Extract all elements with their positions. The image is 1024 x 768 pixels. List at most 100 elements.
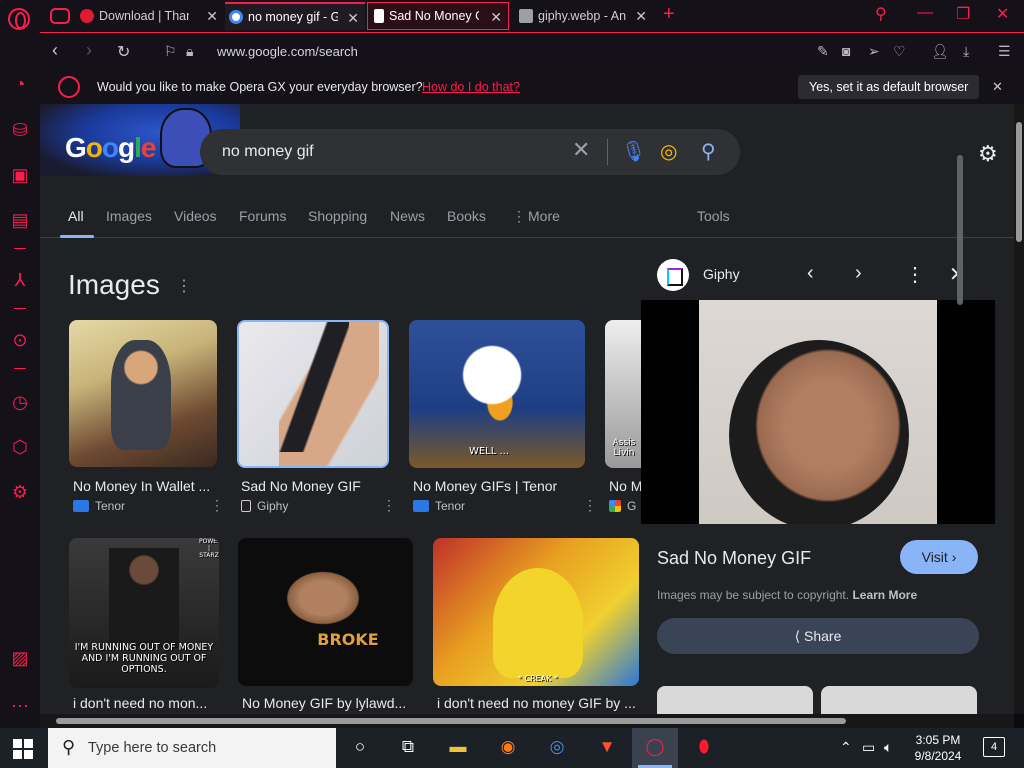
tab-sad-no-money[interactable]: Sad No Money G ✕ [367, 2, 509, 30]
restore-icon[interactable]: ❐ [956, 4, 970, 24]
taskbar-search[interactable]: ⚲ Type here to search [48, 728, 336, 768]
tab-google-search[interactable]: no money gif - G ✕ [225, 2, 365, 30]
tab-close-icon[interactable]: ✕ [490, 9, 502, 26]
windows-start-icon[interactable] [13, 739, 33, 759]
result-image[interactable] [69, 320, 217, 467]
result-image[interactable]: POWER | STARZ I'M RUNNING OUT OF MONEY A… [69, 538, 219, 688]
result-source[interactable]: Tenor [73, 499, 125, 513]
tab-download[interactable]: Download | Than ✕ [80, 2, 224, 30]
profile-icon[interactable]: 👤︎ [931, 43, 949, 60]
infobar-close-icon[interactable]: ✕ [992, 79, 1003, 95]
result-more-icon[interactable]: ⋮ [583, 497, 597, 514]
result-source[interactable]: Tenor [413, 499, 465, 513]
tab-forums[interactable]: Forums [239, 208, 286, 224]
more-sidebar-icon[interactable]: ⋯ [10, 696, 30, 716]
result-image[interactable]: * CREAK * [433, 538, 639, 686]
tab-close-icon[interactable]: ✕ [347, 10, 359, 27]
tab-more[interactable]: More [528, 208, 560, 224]
result-image-partial[interactable]: Assis Livin [605, 320, 645, 468]
clock[interactable]: 3:05 PM 9/8/2024 [900, 732, 976, 764]
gx-corner-icon[interactable]: ⛁ [10, 120, 30, 140]
tab-tools[interactable]: Tools [697, 208, 730, 224]
tab-shopping[interactable]: Shopping [308, 208, 367, 224]
task-view-icon[interactable]: ⧉ [396, 737, 420, 759]
url-field[interactable]: www.google.com/search [217, 44, 358, 59]
firefox-icon[interactable]: ◉ [496, 737, 520, 759]
new-tab-icon[interactable]: + [663, 3, 675, 26]
images-menu-icon[interactable]: ⋮ [176, 276, 192, 296]
more-dots-icon[interactable]: ⋮ [512, 208, 526, 225]
snapshot-icon[interactable]: ◙ [842, 43, 850, 59]
edit-icon[interactable]: ✎ [817, 43, 829, 60]
aria-icon[interactable]: ⅄ [10, 270, 30, 290]
minimize-icon[interactable]: — [917, 4, 933, 22]
result-image-selected[interactable] [237, 320, 389, 468]
lens-search-icon[interactable]: ◎ [660, 139, 677, 164]
panel-title[interactable]: Sad No Money GIF [657, 548, 811, 569]
show-hidden-icons-icon[interactable]: ⌃ [840, 739, 852, 756]
opera-icon[interactable]: ⬮ [692, 737, 716, 759]
network-icon[interactable]: ▭ [862, 739, 875, 756]
volume-muted-icon[interactable]: 🔈︎ [884, 739, 892, 756]
result-title[interactable]: i don't need no money GIF by ... [437, 695, 635, 711]
related-thumbnail[interactable] [821, 686, 977, 714]
tab-all[interactable]: All [68, 208, 84, 224]
panel-more-icon[interactable]: ⋮ [905, 262, 925, 287]
extensions-icon[interactable]: ⬡ [10, 437, 30, 457]
panel-scroll-thumb[interactable] [957, 155, 963, 305]
lock-icon[interactable]: 🔒︎ [186, 43, 193, 60]
close-window-icon[interactable]: ✕ [996, 4, 1009, 24]
cortana-icon[interactable]: ○ [348, 737, 372, 759]
related-thumbnail[interactable] [657, 686, 813, 714]
result-title[interactable]: No Money GIF by lylawd... [242, 695, 412, 711]
result-title[interactable]: No M [609, 478, 641, 494]
brave-icon[interactable]: ▼ [595, 737, 619, 759]
result-image[interactable]: BROKE [238, 538, 413, 686]
heart-icon[interactable]: ♡ [893, 43, 906, 60]
chrome-icon[interactable]: ◎ [545, 737, 569, 759]
result-more-icon[interactable]: ⋮ [210, 497, 224, 514]
result-image[interactable]: WELL ... [409, 320, 585, 468]
search-icon[interactable]: ⚲ [701, 139, 716, 164]
result-source[interactable]: G [609, 499, 636, 513]
wallpaper-icon[interactable]: ▨ [10, 648, 30, 668]
tab-giphy-webp[interactable]: giphy.webp - An ✕ [515, 2, 653, 30]
preview-image-container[interactable] [641, 300, 995, 524]
panel-source[interactable]: Giphy [703, 266, 740, 282]
tab-images[interactable]: Images [106, 208, 152, 224]
result-title[interactable]: No Money GIFs | Tenor [413, 478, 573, 494]
tab-videos[interactable]: Videos [174, 208, 217, 224]
notifications-icon[interactable]: 4 [983, 737, 1005, 757]
voice-search-icon[interactable]: 🎙︎ [621, 139, 646, 164]
opera-gx-icon[interactable]: ◯ [643, 737, 667, 759]
result-title[interactable]: No Money In Wallet ... [73, 478, 213, 494]
download-icon[interactable]: ⤓ [963, 43, 969, 60]
discord-icon[interactable]: ▤ [10, 210, 30, 230]
vertical-scrollbar[interactable] [1014, 104, 1024, 714]
tab-books[interactable]: Books [447, 208, 486, 224]
back-icon[interactable]: ‹ [52, 40, 58, 61]
settings-gear-icon[interactable]: ⚙ [978, 141, 998, 167]
twitch-icon[interactable]: ▣ [10, 165, 30, 185]
horizontal-scroll-thumb[interactable] [56, 718, 846, 724]
file-explorer-icon[interactable]: ▬ [446, 737, 470, 759]
previous-icon[interactable]: ‹ [807, 262, 814, 285]
easy-setup-icon[interactable]: ☰ [998, 43, 1011, 60]
opera-menu-icon[interactable] [8, 8, 30, 30]
reload-icon[interactable]: ↻ [117, 42, 130, 62]
learn-more-link[interactable]: Learn More [852, 588, 917, 602]
send-icon[interactable]: ➢ [868, 43, 880, 60]
next-icon[interactable]: › [855, 262, 862, 285]
vertical-scroll-thumb[interactable] [1016, 122, 1022, 242]
location-pin-icon[interactable]: ⚐ [164, 43, 177, 60]
search-box[interactable]: no money gif ✕ 🎙︎ ◎ ⚲ [200, 129, 740, 175]
result-title[interactable]: Sad No Money GIF [241, 478, 381, 494]
player-icon[interactable]: ⊙ [10, 330, 30, 350]
clear-search-icon[interactable]: ✕ [572, 137, 590, 163]
share-button[interactable]: ⟨ Share [657, 618, 979, 654]
set-default-button[interactable]: Yes, set it as default browser [798, 75, 980, 99]
history-icon[interactable]: ◷ [10, 392, 30, 412]
gx-control-icon[interactable] [50, 8, 70, 24]
forward-icon[interactable]: › [86, 40, 92, 61]
how-to-link[interactable]: How do I do that? [422, 80, 520, 94]
